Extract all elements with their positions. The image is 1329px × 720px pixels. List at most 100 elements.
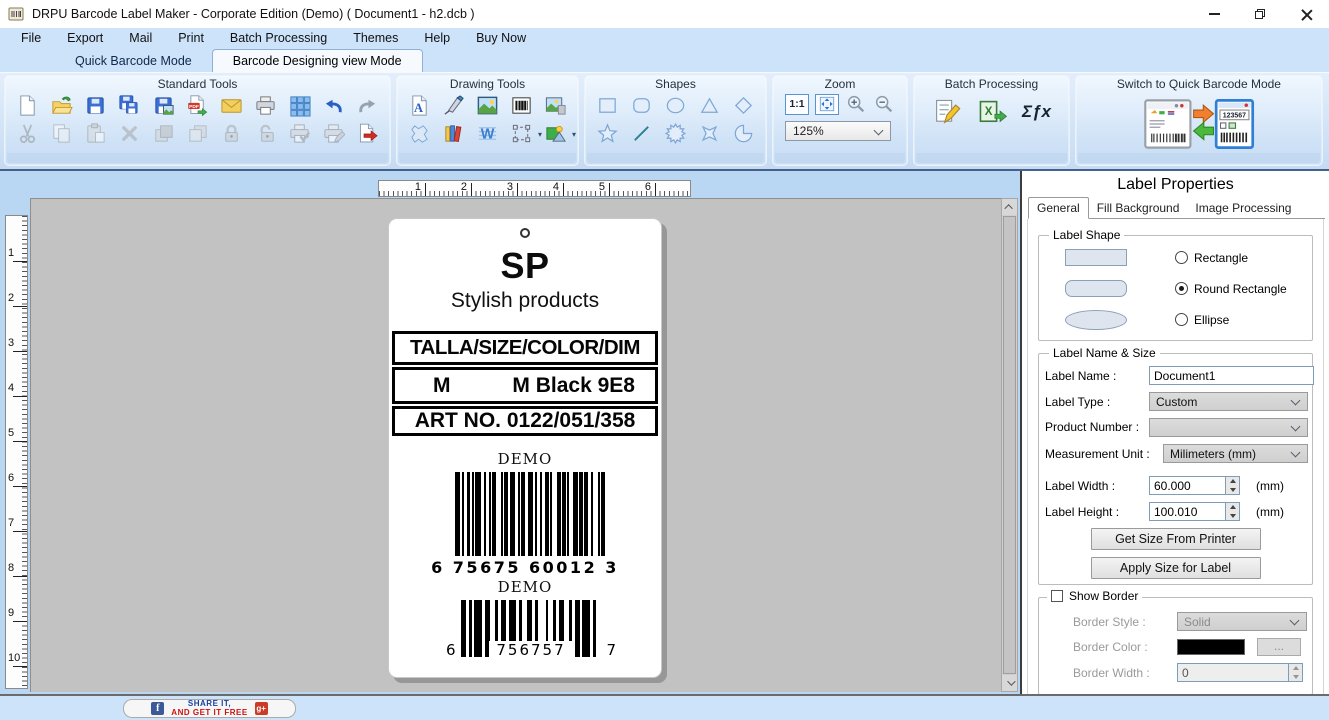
redo-icon[interactable] bbox=[355, 93, 380, 118]
label-text-brand[interactable]: Stylish products bbox=[389, 289, 661, 313]
shape-rectangle-icon[interactable] bbox=[595, 93, 620, 118]
zoom-level-select[interactable]: 125% bbox=[785, 121, 891, 141]
menu-item-print[interactable]: Print bbox=[165, 31, 217, 45]
batch-edit-icon[interactable] bbox=[932, 97, 962, 127]
menu-item-mail[interactable]: Mail bbox=[116, 31, 165, 45]
menu-item-batch-processing[interactable]: Batch Processing bbox=[217, 31, 340, 45]
select-frame-tool-icon[interactable]: ▾ bbox=[509, 121, 534, 146]
label-width-spinner[interactable] bbox=[1149, 476, 1240, 495]
googleplus-icon: g+ bbox=[255, 702, 268, 715]
vertical-scrollbar[interactable] bbox=[1001, 198, 1018, 692]
shape-rounded-rectangle-icon[interactable] bbox=[629, 93, 654, 118]
radio-round-rectangle[interactable]: Round Rectangle bbox=[1175, 282, 1287, 296]
page-grid-icon[interactable] bbox=[287, 93, 312, 118]
close-button[interactable] bbox=[1283, 0, 1329, 28]
shape-ellipse-icon[interactable] bbox=[663, 93, 688, 118]
shape-four-point-star-icon[interactable] bbox=[697, 121, 722, 146]
menu-item-file[interactable]: File bbox=[8, 31, 54, 45]
ruler-number: 3 bbox=[8, 337, 14, 349]
tab-image-processing[interactable]: Image Processing bbox=[1187, 198, 1299, 218]
tab-general[interactable]: General bbox=[1028, 197, 1089, 219]
design-canvas-area[interactable]: 123456 12345678910 SP Stylish products T… bbox=[0, 171, 1020, 694]
dropdown-arrow-icon[interactable]: ▾ bbox=[572, 130, 576, 139]
label-design-object[interactable]: SP Stylish products TALLA/SIZE/COLOR/DIM… bbox=[388, 218, 662, 678]
unlock-icon bbox=[253, 121, 278, 146]
watermark-tool-icon[interactable]: W bbox=[475, 121, 500, 146]
spinner-buttons[interactable] bbox=[1225, 502, 1240, 521]
spinner-buttons[interactable] bbox=[1225, 476, 1240, 495]
menu-item-buy-now[interactable]: Buy Now bbox=[463, 31, 539, 45]
label-width-input[interactable] bbox=[1149, 476, 1225, 495]
zoom-one-to-one-button[interactable]: 1:1 bbox=[785, 94, 809, 115]
label-table-art-row[interactable]: ART NO. 0122/051/358 bbox=[392, 406, 658, 436]
text-tool-icon[interactable]: A bbox=[407, 93, 432, 118]
scrollbar-thumb[interactable] bbox=[1003, 216, 1016, 674]
gradient-shape-tool-icon[interactable]: ▾ bbox=[543, 121, 568, 146]
ruler-number: 4 bbox=[8, 382, 14, 394]
email-icon[interactable] bbox=[219, 93, 244, 118]
shape-star-icon[interactable] bbox=[595, 121, 620, 146]
label-text-initials[interactable]: SP bbox=[389, 245, 661, 287]
mode-tab-quick-barcode-mode[interactable]: Quick Barcode Mode bbox=[55, 50, 212, 72]
label-type-select[interactable]: Custom bbox=[1149, 392, 1308, 411]
save-image-icon[interactable] bbox=[151, 93, 176, 118]
shape-tool-icon[interactable] bbox=[407, 121, 432, 146]
zoom-fit-button[interactable] bbox=[815, 94, 839, 115]
shape-starburst-icon[interactable] bbox=[663, 121, 688, 146]
picture-tool-icon[interactable] bbox=[475, 93, 500, 118]
measurement-unit-select[interactable]: Milimeters (mm) bbox=[1163, 444, 1308, 463]
undo-icon[interactable] bbox=[321, 93, 346, 118]
open-file-icon[interactable] bbox=[49, 93, 74, 118]
minimize-button[interactable] bbox=[1191, 0, 1237, 28]
scroll-up-button[interactable] bbox=[1002, 199, 1017, 215]
menu-item-help[interactable]: Help bbox=[411, 31, 463, 45]
mode-tab-barcode-designing-view-mode[interactable]: Barcode Designing view Mode bbox=[212, 49, 423, 72]
shape-triangle-icon[interactable] bbox=[697, 93, 722, 118]
label-height-input[interactable] bbox=[1149, 502, 1225, 521]
image-tool-icon[interactable] bbox=[543, 93, 568, 118]
tab-fill-background[interactable]: Fill Background bbox=[1089, 198, 1188, 218]
label-table-header[interactable]: TALLA/SIZE/COLOR/DIM bbox=[392, 331, 658, 365]
get-size-from-printer-button[interactable]: Get Size From Printer bbox=[1091, 528, 1261, 550]
switch-to-quick-barcode-mode-button[interactable]: 123567 bbox=[1076, 93, 1322, 153]
menu-item-export[interactable]: Export bbox=[54, 31, 116, 45]
library-tool-icon[interactable] bbox=[441, 121, 466, 146]
restore-button[interactable] bbox=[1237, 0, 1283, 28]
dropdown-arrow-icon[interactable]: ▾ bbox=[538, 130, 542, 139]
show-border-checkbox[interactable]: Show Border bbox=[1047, 589, 1142, 603]
label-table-size-row[interactable]: M M Black 9E8 bbox=[392, 367, 658, 404]
export-pdf-icon[interactable]: PDF bbox=[185, 93, 210, 118]
radio-rectangle[interactable]: Rectangle bbox=[1175, 251, 1248, 265]
apply-size-for-label-button[interactable]: Apply Size for Label bbox=[1091, 557, 1261, 579]
label-table[interactable]: TALLA/SIZE/COLOR/DIM M M Black 9E8 ART N… bbox=[392, 331, 658, 436]
demo-watermark-1: DEMO bbox=[389, 450, 661, 468]
signature-tool-icon[interactable] bbox=[441, 93, 466, 118]
spin-up-button[interactable] bbox=[1226, 477, 1239, 486]
hang-hole bbox=[520, 228, 530, 238]
close-designer-icon[interactable] bbox=[355, 121, 380, 146]
scroll-down-button[interactable] bbox=[1002, 675, 1017, 691]
shape-pie-icon[interactable] bbox=[731, 121, 756, 146]
new-document-icon[interactable] bbox=[15, 93, 40, 118]
shape-diamond-icon[interactable] bbox=[731, 93, 756, 118]
label-name-input[interactable] bbox=[1149, 366, 1314, 385]
shape-line-icon[interactable] bbox=[629, 121, 654, 146]
spin-down-button[interactable] bbox=[1226, 512, 1239, 521]
triangle-up-icon bbox=[1230, 479, 1236, 483]
menu-item-themes[interactable]: Themes bbox=[340, 31, 411, 45]
batch-formula-icon[interactable]: Σƒx bbox=[1022, 102, 1051, 122]
save-icon[interactable] bbox=[83, 93, 108, 118]
barcode-tool-icon[interactable] bbox=[509, 93, 534, 118]
spin-up-button[interactable] bbox=[1226, 503, 1239, 512]
zoom-in-button[interactable] bbox=[845, 93, 867, 115]
batch-excel-import-icon[interactable]: X bbox=[977, 97, 1007, 127]
spin-down-button[interactable] bbox=[1226, 486, 1239, 495]
zoom-out-button[interactable] bbox=[873, 93, 895, 115]
share-button[interactable]: f SHARE IT, AND GET IT FREE g+ bbox=[123, 699, 296, 718]
ribbon-group-title: Drawing Tools bbox=[397, 77, 578, 91]
label-height-spinner[interactable] bbox=[1149, 502, 1240, 521]
radio-ellipse[interactable]: Ellipse bbox=[1175, 313, 1229, 327]
barcode-object-1[interactable] bbox=[455, 472, 605, 556]
print-icon[interactable] bbox=[253, 93, 278, 118]
save-copy-icon[interactable] bbox=[117, 93, 142, 118]
